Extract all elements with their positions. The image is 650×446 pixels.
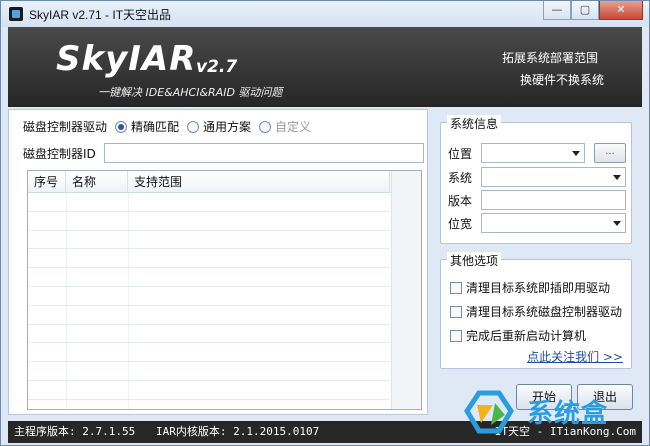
location-label: 位置	[448, 146, 473, 161]
driver-list[interactable]: 序号 名称 支持范围	[27, 170, 422, 410]
version-row: 版本	[448, 190, 626, 210]
controller-id-row: 磁盘控制器ID	[23, 143, 424, 163]
driver-label: 磁盘控制器驱动	[23, 120, 108, 134]
location-row: 位置 ...	[448, 143, 626, 163]
driver-panel: 磁盘控制器驱动 精确匹配 通用方案 自定义 磁盘控制器ID 序号 名称 支持范围	[8, 109, 428, 415]
deploy-range-link[interactable]: 拓展系统部署范围	[502, 49, 598, 66]
controller-id-label: 磁盘控制器ID	[23, 146, 96, 161]
location-select[interactable]	[481, 143, 585, 163]
system-info-title: 系统信息	[447, 115, 502, 132]
radio-generic[interactable]: 通用方案	[187, 118, 251, 135]
app-icon	[9, 7, 23, 21]
checkbox-label: 清理目标系统即插即用驱动	[466, 281, 611, 295]
list-item[interactable]	[28, 212, 390, 231]
radio-label: 自定义	[275, 120, 312, 134]
bits-row: 位宽	[448, 213, 626, 233]
system-label: 系统	[448, 170, 473, 185]
radio-label: 通用方案	[203, 120, 252, 134]
bits-label: 位宽	[448, 216, 473, 231]
main-version-text: 主程序版本: 2.7.1.55	[14, 425, 136, 438]
hardware-link[interactable]: 换硬件不换系统	[520, 71, 604, 88]
list-item[interactable]	[28, 381, 390, 400]
browse-button[interactable]: ...	[594, 143, 626, 163]
watermark-text: 系统盒	[527, 399, 609, 429]
chevron-down-icon	[572, 151, 580, 156]
bits-select[interactable]	[481, 213, 626, 233]
radio-custom: 自定义	[259, 118, 311, 135]
checkbox-label: 清理目标系统磁盘控制器驱动	[466, 305, 623, 319]
radio-icon	[259, 120, 272, 133]
list-header: 序号 名称 支持范围	[28, 171, 421, 193]
radio-icon[interactable]	[187, 120, 200, 133]
checkbox-label: 完成后重新启动计算机	[466, 329, 587, 343]
list-scrollbar[interactable]	[391, 171, 421, 409]
kernel-version-text: IAR内核版本: 2.1.2015.0107	[156, 425, 320, 438]
radio-exact-match[interactable]: 精确匹配	[115, 118, 179, 135]
column-range[interactable]: 支持范围	[128, 171, 390, 193]
system-row: 系统	[448, 167, 626, 187]
checkbox-icon[interactable]	[450, 305, 462, 318]
watermark-logo-icon	[464, 390, 514, 434]
version-label: 版本	[448, 193, 473, 208]
chevron-down-icon	[613, 221, 621, 226]
checkbox-clean-controller[interactable]: 清理目标系统磁盘控制器驱动	[450, 303, 622, 320]
follow-us-link[interactable]: 点此关注我们 >>	[527, 348, 623, 365]
header-banner: SkyIAR v2.7 一键解决 IDE&AHCI&RAID 驱动问题 拓展系统…	[8, 27, 642, 107]
list-item[interactable]	[28, 325, 390, 344]
version-field[interactable]	[481, 190, 626, 210]
controller-id-input[interactable]	[103, 143, 424, 163]
maximize-icon[interactable]: ▢	[571, 1, 599, 20]
other-options-title: 其他选项	[447, 252, 502, 269]
list-item[interactable]	[28, 193, 390, 212]
driver-mode-row: 磁盘控制器驱动 精确匹配 通用方案 自定义	[23, 118, 319, 135]
title-bar[interactable]: SkyIAR v2.71 - IT天空出品 — ▢ ✕	[1, 1, 649, 27]
list-item[interactable]	[28, 268, 390, 287]
radio-label: 精确匹配	[131, 120, 180, 134]
app-window: SkyIAR v2.71 - IT天空出品 — ▢ ✕ SkyIAR v2.7 …	[0, 0, 650, 446]
checkbox-icon[interactable]	[450, 281, 462, 294]
chevron-down-icon	[613, 175, 621, 180]
list-item[interactable]	[28, 287, 390, 306]
column-index[interactable]: 序号	[28, 171, 66, 193]
system-info-group: 系统信息 位置 ... 系统 版本 位宽	[440, 115, 632, 244]
checkbox-clean-pnp[interactable]: 清理目标系统即插即用驱动	[450, 279, 610, 296]
close-icon[interactable]: ✕	[599, 1, 643, 20]
brand-name: SkyIAR	[56, 39, 197, 79]
window-title: SkyIAR v2.71 - IT天空出品	[29, 8, 172, 22]
brand-subtitle: 一键解决 IDE&AHCI&RAID 驱动问题	[98, 86, 283, 99]
list-item[interactable]	[28, 249, 390, 269]
watermark: 系统盒	[459, 387, 631, 437]
list-item[interactable]	[28, 343, 390, 363]
checkbox-icon[interactable]	[450, 329, 462, 342]
checkbox-reboot[interactable]: 完成后重新启动计算机	[450, 327, 586, 344]
window-controls: — ▢ ✕	[543, 1, 643, 21]
column-name[interactable]: 名称	[66, 171, 128, 193]
radio-selected-icon[interactable]	[115, 120, 128, 133]
brand-version: v2.7	[196, 57, 238, 77]
driver-mode-group: 精确匹配 通用方案 自定义	[115, 118, 319, 135]
list-item[interactable]	[28, 362, 390, 381]
system-select[interactable]	[481, 167, 626, 187]
list-body	[28, 193, 390, 400]
list-item[interactable]	[28, 306, 390, 325]
other-options-group: 其他选项 清理目标系统即插即用驱动 清理目标系统磁盘控制器驱动 完成后重新启动计…	[440, 252, 632, 369]
minimize-icon[interactable]: —	[543, 1, 571, 20]
list-item[interactable]	[28, 231, 390, 250]
